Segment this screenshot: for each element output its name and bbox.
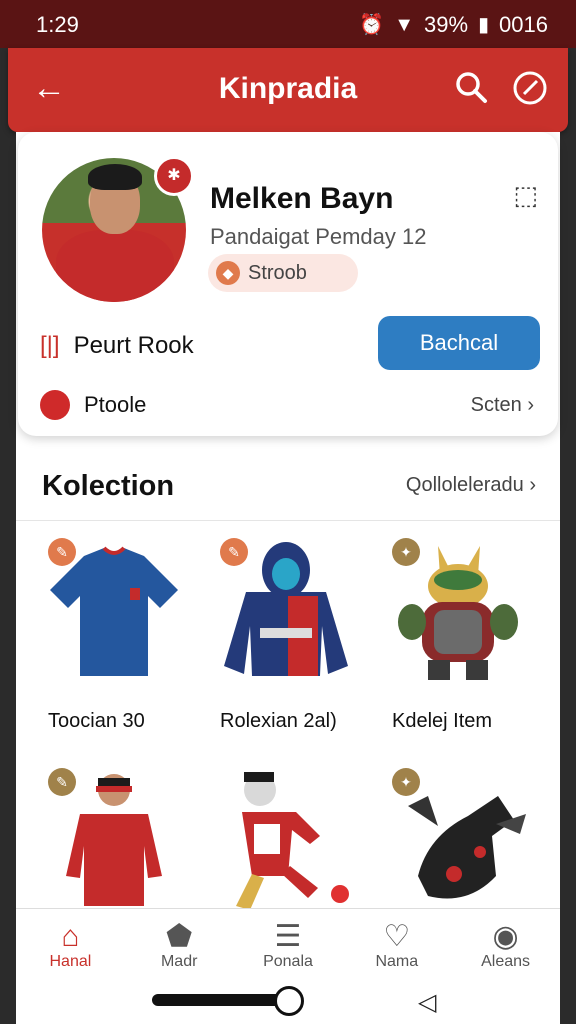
nav-shop-label: Madr bbox=[160, 953, 198, 970]
red-dot-icon bbox=[40, 390, 70, 420]
profile-tag[interactable]: ◆ Stroob bbox=[208, 254, 358, 292]
profile-row-ptoole[interactable]: Ptoole bbox=[40, 390, 146, 420]
chevron-right-icon: › bbox=[529, 474, 536, 496]
item-badge-icon: ✎ bbox=[220, 538, 248, 566]
profile-subtitle: Pandaigat Pemday 12 bbox=[210, 224, 427, 249]
profile-name: Melken Bayn bbox=[210, 182, 394, 215]
item-badge-icon: ✦ bbox=[392, 768, 420, 796]
collection-item[interactable]: ✎ Rolexian 2al) bbox=[196, 530, 366, 732]
wifi-icon: ▼ bbox=[394, 14, 414, 36]
action-button[interactable]: Bachcal bbox=[378, 316, 540, 370]
nav-home-label: Hanal bbox=[49, 953, 92, 970]
bottom-navigation: ⌂ Hanal ⬟ Madr ☰ Ponala ♡ Nama ◉ Aleans bbox=[16, 908, 560, 985]
chevron-right-icon: › bbox=[527, 394, 534, 416]
nav-list[interactable]: ☰ Ponala bbox=[234, 909, 343, 985]
back-triangle-icon[interactable]: ◁ bbox=[418, 988, 436, 1017]
nav-profile[interactable]: ◉ Aleans bbox=[451, 909, 560, 985]
system-navigation-bar: ◁ bbox=[16, 984, 560, 1024]
home-icon: ⌂ bbox=[61, 920, 80, 953]
collection-item-label: Rolexian 2al) bbox=[220, 710, 337, 732]
item-badge-icon: ✎ bbox=[48, 768, 76, 796]
collection-item[interactable]: ✦ Kdelej Item bbox=[368, 530, 538, 732]
avatar-shirt bbox=[56, 230, 174, 302]
status-icons: ⏰ ▼ 39% ▮ 0016 bbox=[359, 12, 548, 38]
item-badge-icon: ✎ bbox=[48, 538, 76, 566]
battery-percent: 39% bbox=[423, 12, 469, 37]
profile-tag-label: Stroob bbox=[248, 261, 307, 284]
profile-card: ✱ Melken Bayn Pandaigat Pemday 12 ◆ Stro… bbox=[18, 132, 558, 436]
nav-favorites-label: Nama bbox=[375, 953, 419, 970]
nav-list-label: Ponala bbox=[263, 953, 313, 970]
collection-item-label: Toocian 30 bbox=[48, 710, 145, 732]
avatar-hair bbox=[88, 164, 142, 190]
item-badge-icon: ✦ bbox=[392, 538, 420, 566]
collection-view-all-label: Qolloleleradu bbox=[405, 474, 524, 496]
alarm-icon: ⏰ bbox=[359, 14, 385, 36]
collection-view-all[interactable]: Qolloleleradu › bbox=[406, 474, 536, 497]
divider bbox=[16, 520, 560, 521]
row-ptoole-label: Ptoole bbox=[84, 392, 147, 417]
battery-icon: ▮ bbox=[478, 14, 490, 36]
collection-item-label: Kdelej Item bbox=[392, 710, 493, 732]
shop-icon: ⬟ bbox=[166, 920, 193, 953]
profile-icon: ◉ bbox=[492, 920, 519, 953]
nav-favorites[interactable]: ♡ Nama bbox=[342, 909, 451, 985]
tag-icon: ◆ bbox=[216, 261, 240, 285]
player-kicking-image bbox=[236, 772, 349, 910]
compass-icon[interactable] bbox=[512, 70, 548, 111]
collection-title: Kolection bbox=[42, 470, 175, 502]
heart-icon: ♡ bbox=[383, 920, 411, 953]
row-rook-label: Peurt Rook bbox=[73, 332, 194, 359]
nav-profile-label: Aleans bbox=[481, 953, 531, 970]
collection-item[interactable]: ✎ Toocian 30 bbox=[24, 530, 194, 732]
status-time: 1:29 bbox=[36, 12, 79, 37]
settings-link[interactable]: Scten › bbox=[471, 394, 534, 417]
nav-shop[interactable]: ⬟ Madr bbox=[125, 909, 234, 985]
bracket-icon: [|] bbox=[40, 332, 60, 359]
nav-home[interactable]: ⌂ Hanal bbox=[16, 909, 125, 985]
app-bar: ← Kinpradia bbox=[8, 48, 568, 132]
settings-link-label: Scten bbox=[470, 394, 522, 416]
status-bar: 1:29 ⏰ ▼ 39% ▮ 0016 bbox=[0, 0, 576, 48]
list-icon: ☰ bbox=[274, 920, 302, 953]
status-extra: 0016 bbox=[499, 12, 548, 37]
profile-row-rook[interactable]: [|] Peurt Rook bbox=[40, 332, 194, 360]
edit-icon[interactable]: ⬚ bbox=[513, 180, 538, 211]
club-badge-icon: ✱ bbox=[154, 156, 194, 196]
search-icon[interactable] bbox=[454, 70, 488, 109]
home-button-icon[interactable] bbox=[274, 986, 304, 1016]
